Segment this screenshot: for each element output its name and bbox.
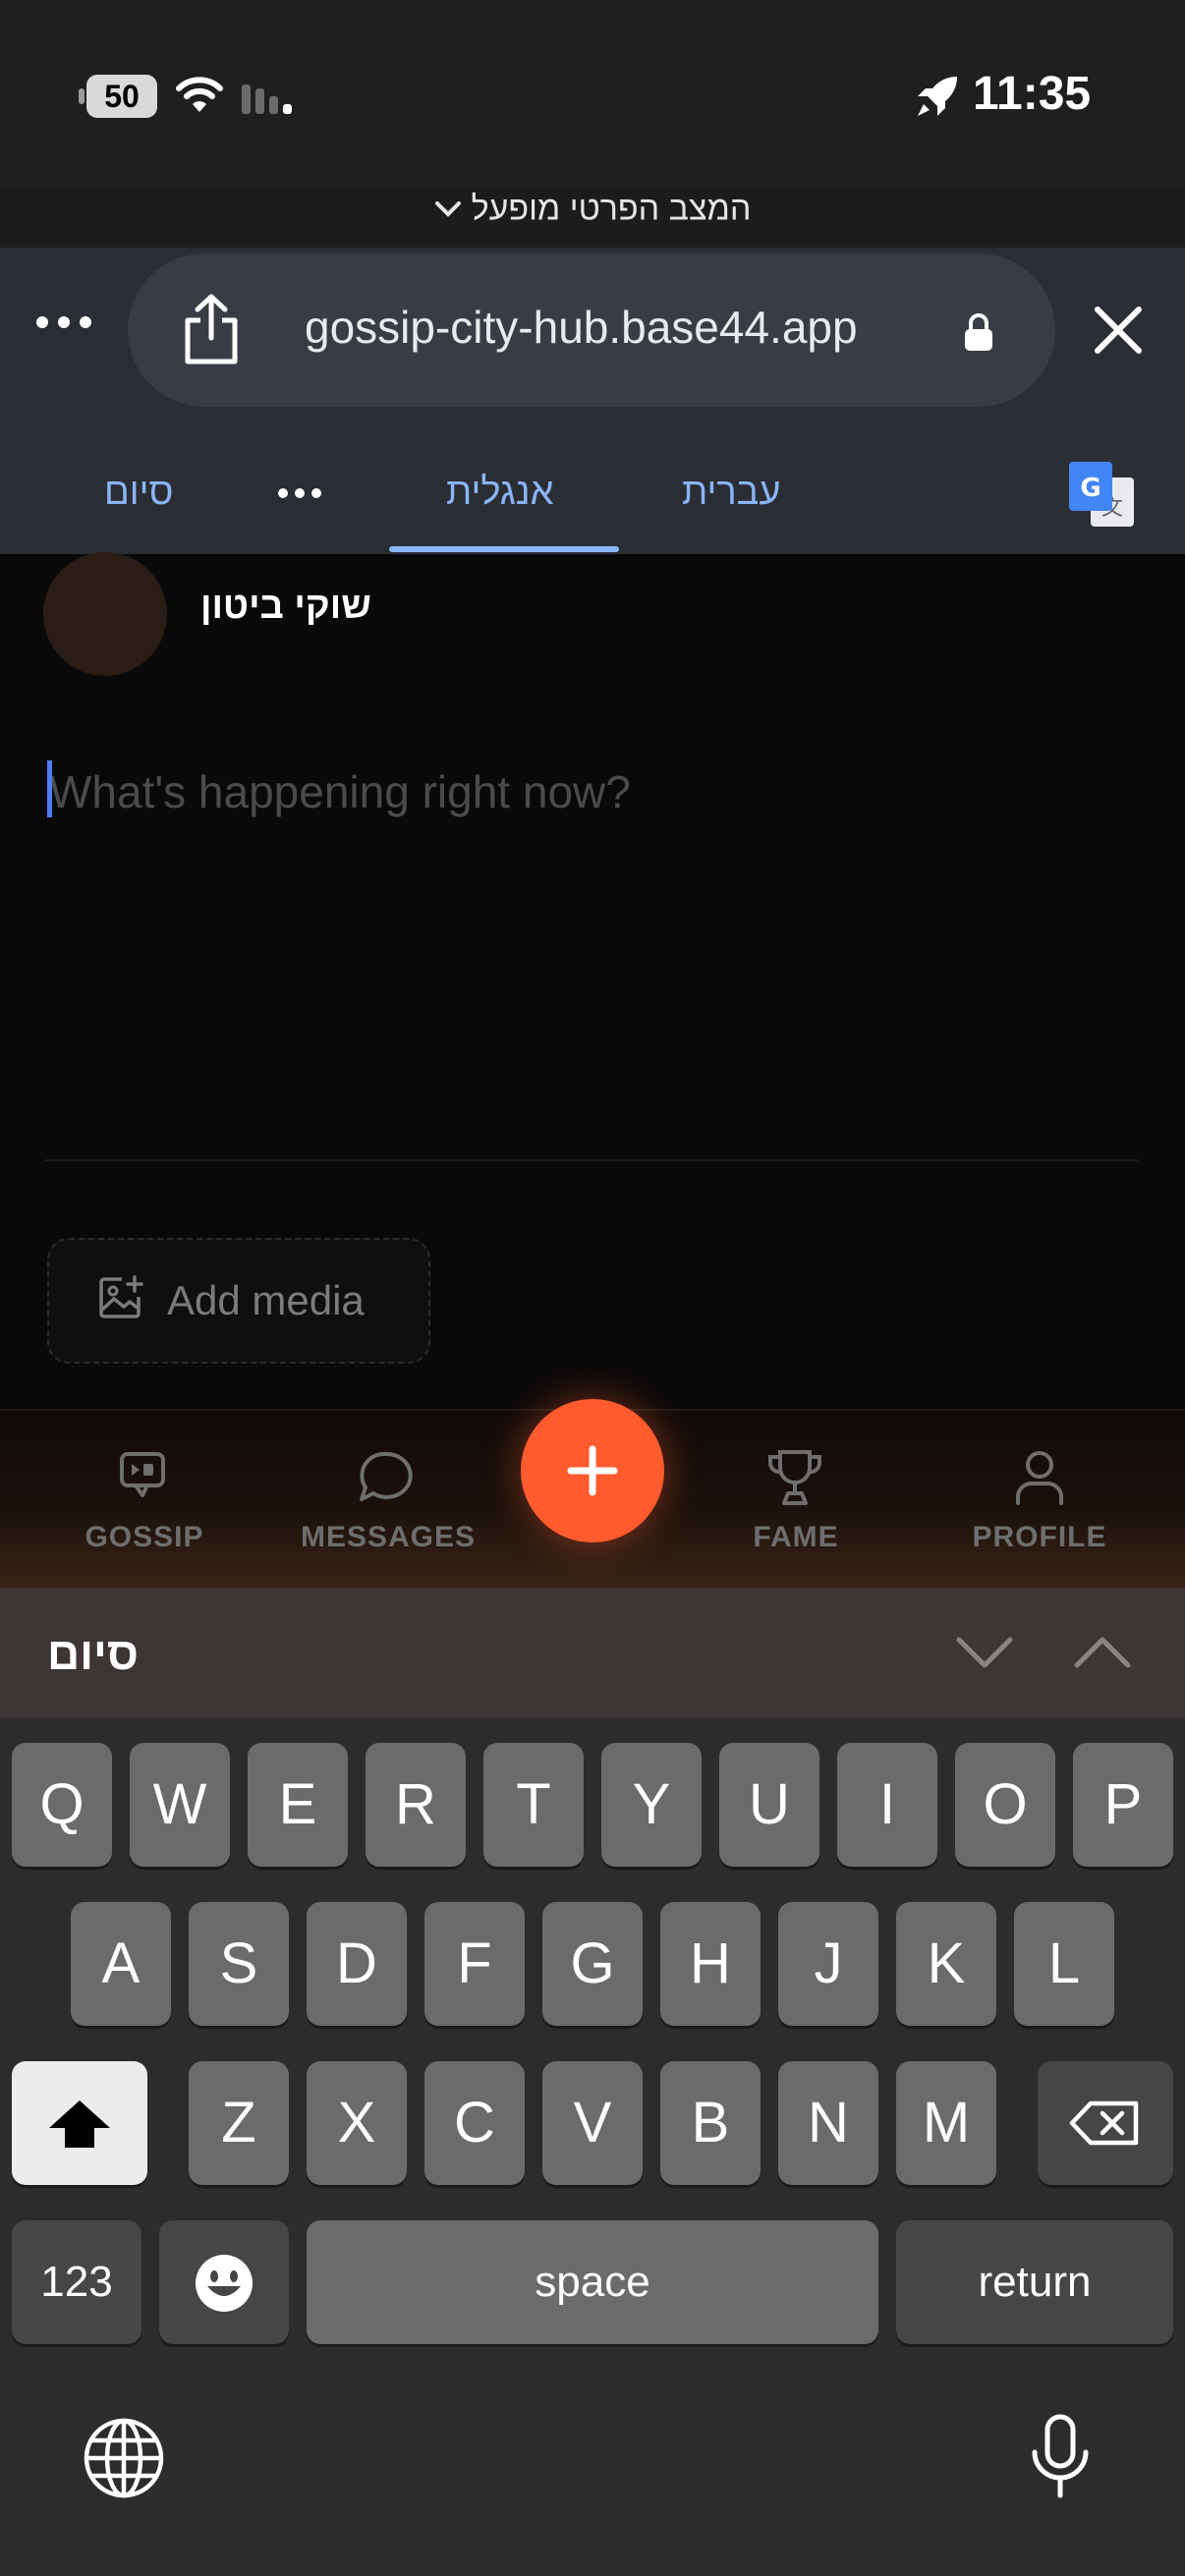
divider [45, 1159, 1138, 1161]
text-cursor [47, 760, 52, 817]
emoji-icon [159, 2220, 289, 2314]
add-image-icon [98, 1275, 143, 1320]
author-name: שוקי ביטון [200, 586, 371, 627]
globe-icon[interactable] [83, 2417, 165, 2499]
chevron-up-icon[interactable] [1073, 1635, 1132, 1670]
rocket-icon [914, 75, 961, 120]
google-translate-icon[interactable]: 文 G [1067, 460, 1136, 529]
space-key[interactable]: space [307, 2220, 878, 2344]
nav-messages[interactable]: MESSAGES [295, 1521, 481, 1554]
key-y[interactable]: Y [601, 1743, 702, 1867]
emoji-key[interactable] [159, 2220, 289, 2344]
key-m[interactable]: M [896, 2061, 996, 2185]
translate-bar [0, 440, 1185, 554]
share-icon[interactable] [181, 293, 242, 365]
active-tab-indicator [389, 546, 619, 552]
return-key[interactable]: return [896, 2220, 1173, 2344]
nav-fame[interactable]: FAME [727, 1521, 865, 1554]
gossip-icon[interactable] [118, 1450, 167, 1499]
key-p[interactable]: P [1073, 1743, 1173, 1867]
key-x[interactable]: X [307, 2061, 407, 2185]
trophy-icon[interactable] [764, 1448, 825, 1507]
key-b[interactable]: B [660, 2061, 761, 2185]
key-h[interactable]: H [660, 1902, 761, 2026]
lock-icon [963, 312, 994, 352]
nav-profile[interactable]: PROFILE [961, 1521, 1118, 1554]
signal-icon [242, 79, 301, 114]
key-d[interactable]: D [307, 1902, 407, 2026]
key-s[interactable]: S [189, 1902, 289, 2026]
key-l[interactable]: L [1014, 1902, 1114, 2026]
shift-key[interactable] [12, 2061, 147, 2185]
microphone-icon[interactable] [1026, 2413, 1095, 2501]
private-mode-banner[interactable]: המצב הפרטי מופעל [0, 189, 1185, 229]
person-icon[interactable] [1012, 1448, 1067, 1507]
key-w[interactable]: W [130, 1743, 230, 1867]
key-u[interactable]: U [719, 1743, 819, 1867]
more-options-icon[interactable] [35, 310, 92, 334]
chevron-down-icon[interactable] [955, 1635, 1014, 1670]
key-k[interactable]: K [896, 1902, 996, 2026]
backspace-key[interactable] [1038, 2061, 1173, 2185]
nav-gossip[interactable]: GOSSIP [71, 1521, 218, 1554]
battery-indicator: 50 [79, 75, 157, 118]
avatar [43, 552, 167, 676]
key-v[interactable]: V [542, 2061, 643, 2185]
key-r[interactable]: R [366, 1743, 466, 1867]
tab-hebrew[interactable]: עברית [682, 472, 781, 514]
key-a[interactable]: A [71, 1902, 171, 2026]
key-e[interactable]: E [248, 1743, 348, 1867]
chat-bubble-icon[interactable] [356, 1450, 415, 1505]
key-c[interactable]: C [424, 2061, 525, 2185]
private-mode-text: המצב הפרטי מופעל [471, 190, 752, 228]
key-g[interactable]: G [542, 1902, 643, 2026]
translate-more-icon[interactable] [277, 485, 322, 501]
numbers-key[interactable]: 123 [12, 2220, 141, 2344]
key-j[interactable]: J [778, 1902, 878, 2026]
url-text: gossip-city-hub.base44.app [305, 302, 858, 353]
key-f[interactable]: F [424, 1902, 525, 2026]
key-t[interactable]: T [483, 1743, 584, 1867]
clock: 11:35 [973, 68, 1092, 120]
chevron-down-icon [434, 199, 462, 219]
translate-done-button[interactable]: סיום [104, 472, 173, 514]
backspace-icon [1038, 2061, 1173, 2146]
key-q[interactable]: Q [12, 1743, 112, 1867]
plus-icon [565, 1443, 620, 1498]
key-z[interactable]: Z [189, 2061, 289, 2185]
key-n[interactable]: N [778, 2061, 878, 2185]
keyboard-done-button[interactable]: סיום [47, 1627, 139, 1680]
post-input[interactable] [49, 762, 1130, 821]
shift-icon [12, 2061, 147, 2150]
key-i[interactable]: I [837, 1743, 937, 1867]
key-o[interactable]: O [955, 1743, 1055, 1867]
svg-text:G: G [1080, 474, 1100, 503]
close-icon[interactable] [1093, 305, 1144, 356]
wifi-icon [175, 75, 224, 114]
add-media-label: Add media [167, 1277, 365, 1323]
tab-english[interactable]: אנגלית [446, 472, 553, 514]
